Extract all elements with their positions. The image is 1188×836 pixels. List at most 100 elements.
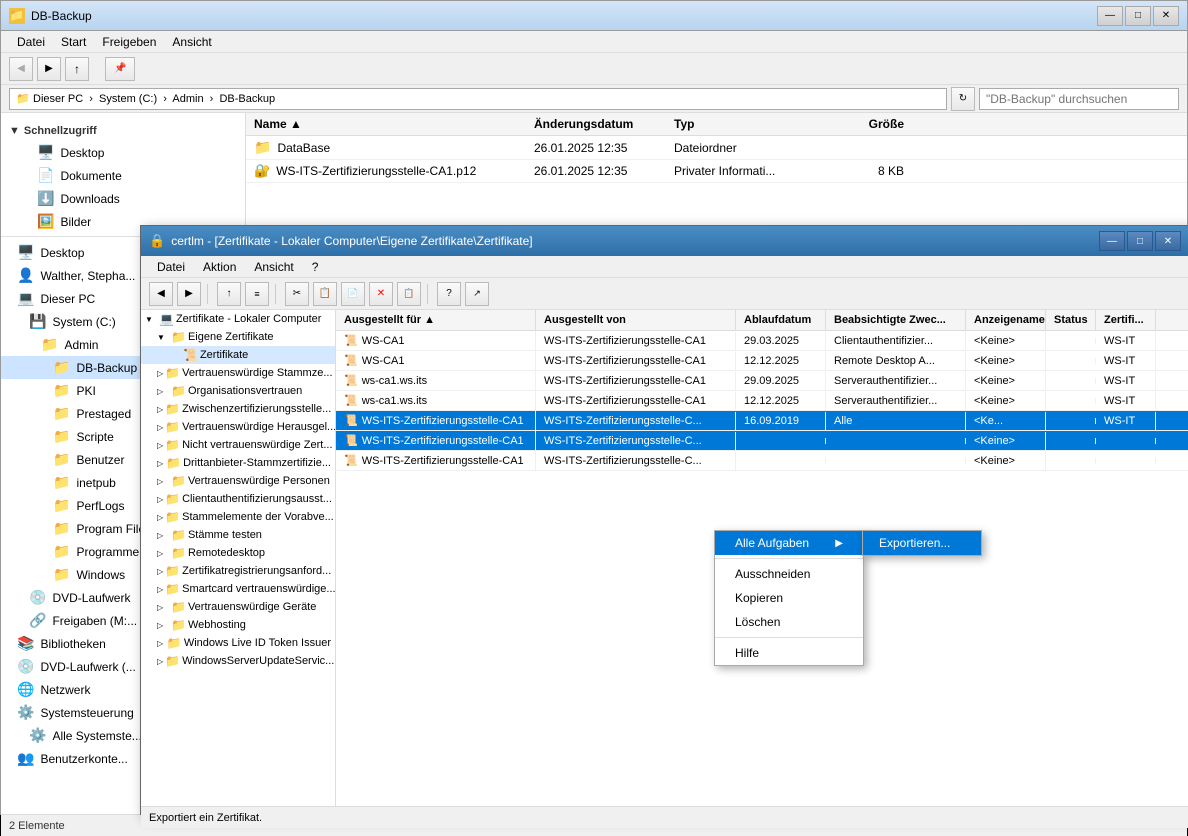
ctx-item-kopieren[interactable]: Kopieren — [715, 586, 863, 610]
certlm-tree: ▼ 💻 Zertifikate - Lokaler Computer ▼ 📁 E… — [141, 310, 336, 806]
tree-item-root[interactable]: ▼ 💻 Zertifikate - Lokaler Computer — [141, 310, 335, 328]
certlm-minimize-button[interactable]: — — [1099, 231, 1125, 251]
ctx-item-loeschen[interactable]: Löschen — [715, 610, 863, 634]
submenu-item-exportieren[interactable]: Exportieren... — [863, 531, 981, 555]
cert-row[interactable]: 📜 WS-CA1 WS-ITS-Zertifizierungsstelle-CA… — [336, 331, 1188, 351]
cert-col-cert[interactable]: Zertifi... — [1096, 310, 1156, 330]
submenu-arrow-icon: ▶ — [835, 538, 843, 549]
certlm-cut-button[interactable]: ✂ — [285, 282, 309, 306]
cert-row[interactable]: 📜 WS-ITS-Zertifizierungsstelle-CA1 WS-IT… — [336, 451, 1188, 471]
table-row[interactable]: 🔐 WS-ITS-Zertifizierungsstelle-CA1.p12 2… — [246, 160, 1187, 183]
context-submenu: Exportieren... — [862, 530, 982, 556]
cert-col-issued-for[interactable]: Ausgestellt für ▲ — [336, 310, 536, 330]
cert-col-purpose[interactable]: Beabsichtigte Zwec... — [826, 310, 966, 330]
forward-button[interactable]: ▶ — [37, 57, 61, 81]
certlm-detail-button[interactable]: ≡ — [245, 282, 269, 306]
explorer-title-bar: 📁 DB-Backup — □ ✕ — [1, 1, 1187, 31]
tree-item-stammze[interactable]: ▷ 📁 Vertrauenswürdige Stammze... — [141, 364, 335, 382]
explorer-address-bar: 📁 Dieser PC › System (C:) › Admin › DB-B… — [1, 85, 1187, 113]
menu-datei[interactable]: Datei — [9, 33, 53, 51]
col-date-header[interactable]: Änderungsdatum — [534, 117, 674, 131]
cert-col-issued-by[interactable]: Ausgestellt von — [536, 310, 736, 330]
tree-item-dritt[interactable]: ▷ 📁 Drittanbieter-Stammzertifizie... — [141, 454, 335, 472]
tree-item-zertifikate[interactable]: 📜 Zertifikate — [141, 346, 335, 364]
menu-start[interactable]: Start — [53, 33, 94, 51]
cert-row[interactable]: 📜 ws-ca1.ws.its WS-ITS-Zertifizierungsst… — [336, 391, 1188, 411]
ctx-item-ausschneiden[interactable]: Ausschneiden — [715, 562, 863, 586]
tree-item-stamm[interactable]: ▷ 📁 Stammelemente der Vorabve... — [141, 508, 335, 526]
cert-row[interactable]: 📜 WS-CA1 WS-ITS-Zertifizierungsstelle-CA… — [336, 351, 1188, 371]
search-input[interactable] — [979, 88, 1179, 110]
certlm-title-text: certlm - [Zertifikate - Lokaler Computer… — [171, 234, 1099, 248]
certlm-menu-bar: Datei Aktion Ansicht ? — [141, 256, 1188, 278]
cert-row-selected-1[interactable]: 📜 WS-ITS-Zertifizierungsstelle-CA1 WS-IT… — [336, 411, 1188, 431]
table-row[interactable]: 📁 DataBase 26.01.2025 12:35 Dateiordner — [246, 136, 1187, 160]
tree-item-vertrauens-pers[interactable]: ▷ 📁 Vertrauenswürdige Personen — [141, 472, 335, 490]
certlm-menu-help[interactable]: ? — [304, 258, 327, 276]
ctx-item-alle-aufgaben[interactable]: Alle Aufgaben ▶ — [715, 531, 863, 555]
certlm-help-button[interactable]: ? — [437, 282, 461, 306]
cert-row-selected-2[interactable]: 📜 WS-ITS-Zertifizierungsstelle-CA1 WS-IT… — [336, 431, 1188, 451]
sidebar-quickaccess-header[interactable]: ▼ Schnellzugriff — [1, 121, 245, 141]
menu-freigeben[interactable]: Freigeben — [94, 33, 164, 51]
certlm-back-button[interactable]: ◀ — [149, 282, 173, 306]
certlm-close-button[interactable]: ✕ — [1155, 231, 1181, 251]
sidebar-item-dokumente[interactable]: 📄 Dokumente — [1, 164, 245, 187]
explorer-window-controls: — □ ✕ — [1097, 6, 1179, 26]
tree-item-remote[interactable]: ▷ 📁 Remotedesktop — [141, 544, 335, 562]
ctx-item-hilfe[interactable]: Hilfe — [715, 641, 863, 665]
context-menu: Alle Aufgaben ▶ Ausschneiden Kopieren Lö… — [714, 530, 864, 666]
cert-col-displayname[interactable]: Anzeigename — [966, 310, 1046, 330]
certlm-paste-button[interactable]: 📄 — [341, 282, 365, 306]
explorer-minimize-button[interactable]: — — [1097, 6, 1123, 26]
col-type-header[interactable]: Typ — [674, 117, 824, 131]
certlm-main: ▼ 💻 Zertifikate - Lokaler Computer ▼ 📁 E… — [141, 310, 1188, 806]
explorer-close-button[interactable]: ✕ — [1153, 6, 1179, 26]
certlm-properties-button[interactable]: 📋 — [397, 282, 421, 306]
certlm-maximize-button[interactable]: □ — [1127, 231, 1153, 251]
tree-item-client[interactable]: ▷ 📁 Clientauthentifizierungsausst... — [141, 490, 335, 508]
explorer-title-icon: 📁 — [9, 8, 25, 24]
certlm-menu-datei[interactable]: Datei — [149, 258, 193, 276]
tree-item-winserver[interactable]: ▷ 📁 WindowsServerUpdateServic... — [141, 652, 335, 670]
explorer-maximize-button[interactable]: □ — [1125, 6, 1151, 26]
certlm-title-bar: 🔒 certlm - [Zertifikate - Lokaler Comput… — [141, 226, 1188, 256]
menu-ansicht[interactable]: Ansicht — [164, 33, 219, 51]
pin-button[interactable]: 📌 — [105, 57, 135, 81]
certlm-status-text: Exportiert ein Zertifikat. — [149, 812, 262, 824]
tree-item-geraete[interactable]: ▷ 📁 Vertrauenswürdige Geräte — [141, 598, 335, 616]
cert-col-expiry[interactable]: Ablaufdatum — [736, 310, 826, 330]
certlm-window: 🔒 certlm - [Zertifikate - Lokaler Comput… — [140, 225, 1188, 815]
up-button[interactable]: ↑ — [65, 57, 89, 81]
certlm-export-button[interactable]: ↗ — [465, 282, 489, 306]
content-header-row: Name ▲ Änderungsdatum Typ Größe — [246, 113, 1187, 136]
col-name-header[interactable]: Name ▲ — [254, 117, 534, 131]
certlm-menu-ansicht[interactable]: Ansicht — [246, 258, 301, 276]
certlm-delete-button[interactable]: ✕ — [369, 282, 393, 306]
refresh-button[interactable]: ↻ — [951, 87, 975, 111]
tree-item-zwischen[interactable]: ▷ 📁 Zwischenzertifizierungsstelle... — [141, 400, 335, 418]
certlm-forward-button[interactable]: ▶ — [177, 282, 201, 306]
tree-item-smartcard[interactable]: ▷ 📁 Smartcard vertrauenswürdige... — [141, 580, 335, 598]
certlm-copy-button[interactable]: 📋 — [313, 282, 337, 306]
sidebar-item-desktop1[interactable]: 🖥️ Desktop — [1, 141, 245, 164]
tree-item-eigene[interactable]: ▼ 📁 Eigene Zertifikate — [141, 328, 335, 346]
tree-item-staemme[interactable]: ▷ 📁 Stämme testen — [141, 526, 335, 544]
cert-row[interactable]: 📜 ws-ca1.ws.its WS-ITS-Zertifizierungsst… — [336, 371, 1188, 391]
back-button[interactable]: ◀ — [9, 57, 33, 81]
tree-item-org[interactable]: ▷ 📁 Organisationsvertrauen — [141, 382, 335, 400]
col-size-header[interactable]: Größe — [824, 117, 904, 131]
tree-item-zertifikatreg[interactable]: ▷ 📁 Zertifikatregistrierungsanford... — [141, 562, 335, 580]
tree-item-winlive[interactable]: ▷ 📁 Windows Live ID Token Issuer — [141, 634, 335, 652]
tree-item-webhosting[interactable]: ▷ 📁 Webhosting — [141, 616, 335, 634]
sidebar-item-downloads[interactable]: ⬇️ Downloads — [1, 187, 245, 210]
explorer-title-text: DB-Backup — [31, 9, 1097, 23]
ctx-separator-1 — [715, 558, 863, 559]
cert-col-status[interactable]: Status — [1046, 310, 1096, 330]
certlm-menu-aktion[interactable]: Aktion — [195, 258, 244, 276]
certlm-toolbar: ◀ ▶ ↑ ≡ ✂ 📋 📄 ✕ 📋 ? ↗ — [141, 278, 1188, 310]
address-display[interactable]: 📁 Dieser PC › System (C:) › Admin › DB-B… — [9, 88, 947, 110]
tree-item-vertrauens-heraus[interactable]: ▷ 📁 Vertrauenswürdige Herausgel... — [141, 418, 335, 436]
tree-item-nicht[interactable]: ▷ 📁 Nicht vertrauenswürdige Zert... — [141, 436, 335, 454]
certlm-up-button[interactable]: ↑ — [217, 282, 241, 306]
